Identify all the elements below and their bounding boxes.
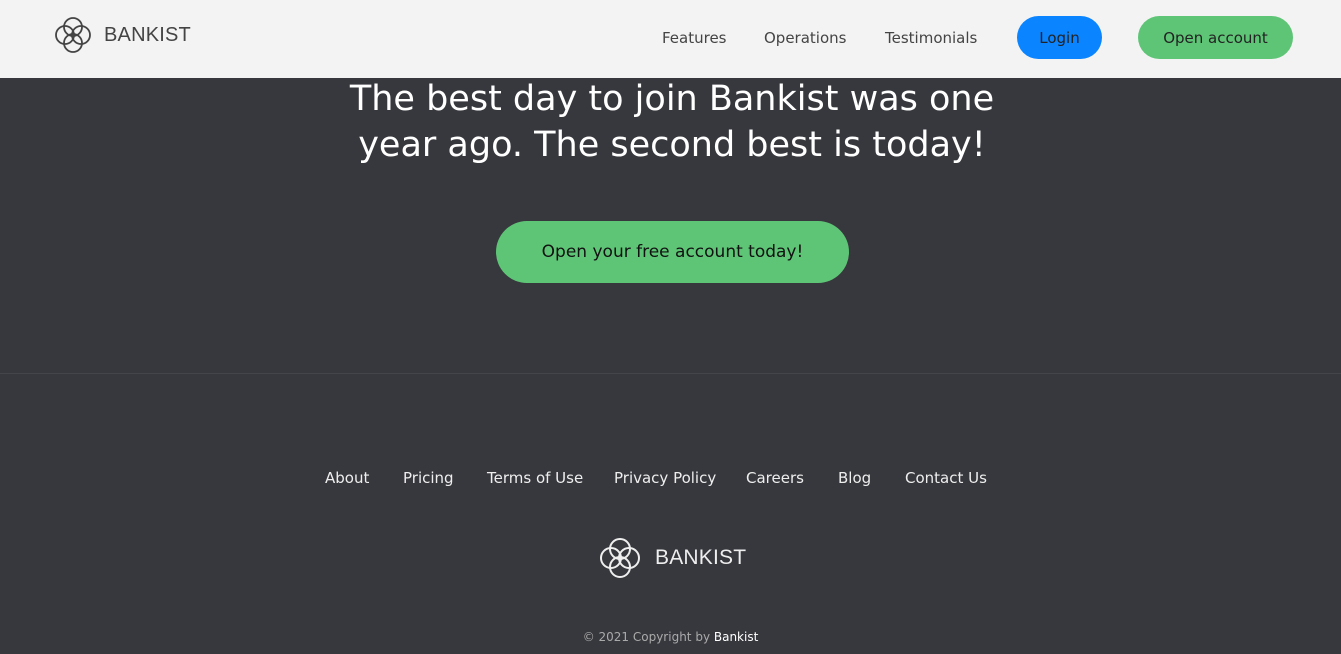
copyright-text: © 2021 Copyright by [582, 630, 714, 644]
navbar: BANKIST Features Operations Testimonials… [0, 0, 1341, 78]
section-divider [0, 373, 1341, 374]
headline-line-2: year ago. The second best is today! [358, 125, 986, 165]
open-free-account-button[interactable]: Open your free account today! [496, 221, 849, 283]
footer-brand: BANKIST [597, 535, 746, 581]
footer-link-pricing[interactable]: Pricing [403, 468, 454, 488]
nav-link-operations[interactable]: Operations [764, 28, 846, 48]
copyright: © 2021 Copyright by Bankist [0, 629, 1341, 645]
bankist-logo-icon [597, 535, 643, 581]
footer-link-privacy-policy[interactable]: Privacy Policy [614, 468, 716, 488]
nav-brand[interactable]: BANKIST [52, 14, 191, 56]
bankist-logo-icon [52, 14, 94, 56]
copyright-brand-link[interactable]: Bankist [714, 630, 758, 644]
footer-link-blog[interactable]: Blog [838, 468, 871, 488]
nav-link-features[interactable]: Features [662, 28, 727, 48]
footer-link-about[interactable]: About [325, 468, 369, 488]
footer-link-contact-us[interactable]: Contact Us [905, 468, 987, 488]
nav-link-testimonials[interactable]: Testimonials [885, 28, 977, 48]
open-account-button[interactable]: Open account [1138, 16, 1293, 59]
footer-link-careers[interactable]: Careers [746, 468, 804, 488]
login-button[interactable]: Login [1017, 16, 1102, 59]
footer-nav: About Pricing Terms of Use Privacy Polic… [0, 468, 1341, 488]
nav-brand-name: BANKIST [104, 23, 191, 46]
headline-line-1: The best day to join Bankist was one [349, 79, 995, 119]
signup-headline: The best day to join Bankist was one yea… [300, 76, 1044, 168]
footer-brand-name: BANKIST [655, 546, 747, 569]
footer-link-terms-of-use[interactable]: Terms of Use [487, 468, 583, 488]
